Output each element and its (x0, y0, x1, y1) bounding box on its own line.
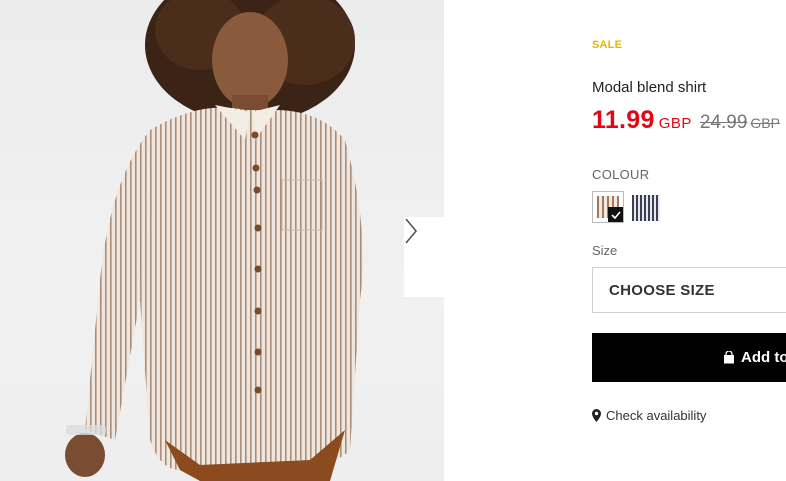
current-price: 11.99 (592, 106, 655, 134)
product-photo (65, 0, 363, 481)
check-availability-label: Check availability (606, 408, 707, 423)
check-availability-link[interactable]: Check availability (592, 408, 706, 423)
size-label: Size (592, 243, 618, 258)
product-image-gallery (0, 0, 444, 481)
location-pin-icon (592, 409, 601, 422)
original-price: 24.99 (699, 112, 748, 133)
colour-swatch-navy-stripe[interactable] (632, 195, 660, 221)
swatch-pattern (632, 195, 660, 221)
add-to-bag-button[interactable]: Add to (592, 333, 786, 382)
current-price-currency: GBP (658, 115, 692, 132)
check-icon (608, 207, 623, 222)
product-title: Modal blend shirt (592, 79, 707, 96)
colour-label: COLOUR (592, 167, 650, 182)
gallery-next-button[interactable] (404, 217, 444, 297)
original-price-currency: GBP (750, 115, 780, 131)
shopping-bag-icon (723, 351, 735, 364)
size-select-value: CHOOSE SIZE (609, 281, 715, 299)
chevron-right-icon (405, 218, 418, 244)
colour-swatch-beige-stripe[interactable] (592, 191, 624, 223)
size-select[interactable]: CHOOSE SIZE (592, 267, 786, 313)
sale-badge: SALE (592, 39, 623, 51)
add-to-bag-label: Add to (741, 349, 786, 366)
price-row: 11.99 GBP 24.99 GBP (592, 106, 780, 135)
